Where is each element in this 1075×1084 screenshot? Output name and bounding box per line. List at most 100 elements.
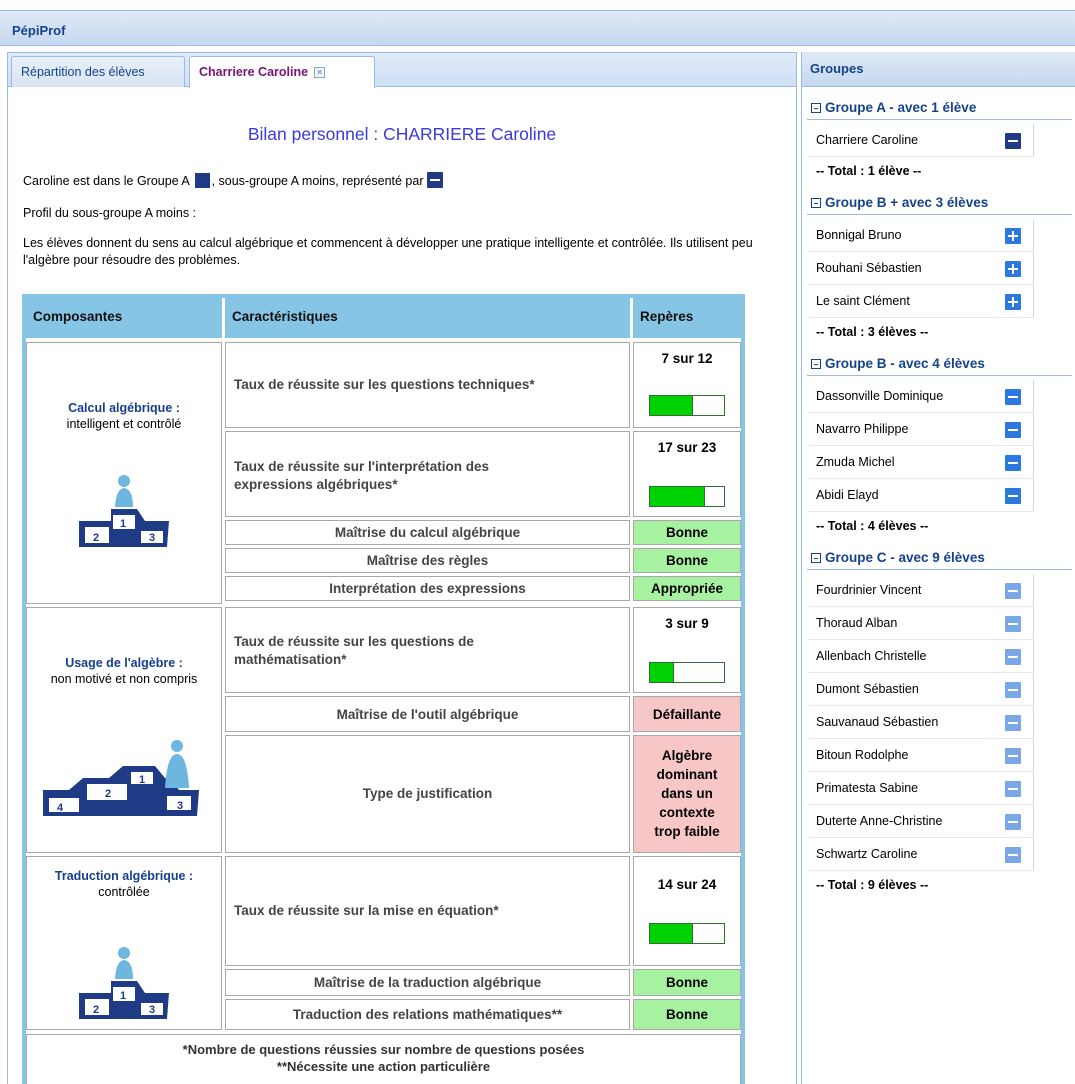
progress-bar xyxy=(649,395,725,416)
member-name: Thoraud Alban xyxy=(816,616,898,630)
member-name: Dumont Sébastien xyxy=(816,682,919,696)
minus-icon xyxy=(1005,781,1021,797)
rate-score-cell: 14 sur 24 xyxy=(633,856,741,966)
progress-bar xyxy=(649,486,725,507)
podium-icon: 2 1 3 xyxy=(79,947,169,1019)
group-member[interactable]: Allenbach Christelle xyxy=(807,640,1034,673)
criterion-row: Maîtrise de la traduction algébrique xyxy=(225,969,630,996)
minus-icon xyxy=(1005,847,1021,863)
group-member[interactable]: Bonnigal Bruno xyxy=(807,219,1034,252)
collapse-icon[interactable] xyxy=(811,359,821,369)
group-line-text: Caroline est dans le Groupe A xyxy=(23,174,190,188)
criterion-value: Bonne xyxy=(666,975,708,990)
member-name: Le saint Clément xyxy=(816,294,910,308)
group-total: -- Total : 4 élèves -- xyxy=(816,519,929,533)
rate-label: Taux de réussite sur les questions techn… xyxy=(234,377,535,392)
group-header[interactable]: Groupe B - avec 4 élèves xyxy=(807,352,1072,376)
group-member[interactable]: Dassonville Dominique xyxy=(807,380,1034,413)
criterion-value: Bonne xyxy=(666,1007,708,1022)
rate-row: Taux de réussite sur l'interprétation de… xyxy=(225,431,630,517)
svg-text:2: 2 xyxy=(93,1004,99,1016)
collapse-icon[interactable] xyxy=(811,553,821,563)
rate-row: Taux de réussite sur les questions de ma… xyxy=(225,607,630,693)
minus-icon xyxy=(1005,649,1021,665)
plus-icon xyxy=(1005,294,1021,310)
plus-icon xyxy=(1005,261,1021,277)
component-title: Traduction algébrique : xyxy=(54,869,194,883)
group-header-label: Groupe C - avec 9 élèves xyxy=(825,550,985,565)
tab-label: Charriere Caroline xyxy=(199,65,309,79)
criterion-label: Maîtrise des règles xyxy=(366,553,489,568)
group-header-label: Groupe B + avec 3 élèves xyxy=(825,195,989,210)
tab-repartition[interactable]: Répartition des élèves xyxy=(11,56,185,87)
group-total: -- Total : 9 élèves -- xyxy=(816,878,929,892)
svg-text:3: 3 xyxy=(149,532,155,544)
group-header[interactable]: Groupe C - avec 9 élèves xyxy=(807,546,1072,570)
criterion-row: Maîtrise des règles xyxy=(225,548,630,573)
rate-label: Taux de réussite sur l'interprétation de… xyxy=(234,459,490,492)
criterion-value: Algèbre dominant dans un contexte trop f… xyxy=(634,746,740,841)
group-member[interactable]: Charriere Caroline xyxy=(807,124,1034,157)
svg-text:2: 2 xyxy=(105,788,111,800)
criterion-value-line: Algèbre xyxy=(661,748,713,763)
rate-row: Taux de réussite sur les questions techn… xyxy=(225,342,630,428)
member-name: Bitoun Rodolphe xyxy=(816,748,909,762)
rate-score: 7 sur 12 xyxy=(661,351,713,366)
group-member[interactable]: Schwartz Caroline xyxy=(807,838,1034,871)
progress-fill xyxy=(650,924,693,943)
member-name: Primatesta Sabine xyxy=(816,781,919,795)
criterion-label: Interprétation des expressions xyxy=(329,581,526,596)
member-name: Bonnigal Bruno xyxy=(816,228,902,242)
group-member[interactable]: Duterte Anne-Christine xyxy=(807,805,1034,838)
collapse-icon[interactable] xyxy=(811,103,821,113)
close-icon[interactable]: ✕ xyxy=(314,67,326,78)
minus-icon xyxy=(1005,748,1021,764)
component-title: Calcul algébrique : xyxy=(68,401,180,415)
component-subtitle: contrôlée xyxy=(98,885,150,899)
group-member[interactable]: Bitoun Rodolphe xyxy=(807,739,1034,772)
group-member[interactable]: Thoraud Alban xyxy=(807,607,1034,640)
member-name: Navarro Philippe xyxy=(816,422,909,436)
svg-text:1: 1 xyxy=(120,518,126,530)
footnote-line: **Nécessite une action particulière xyxy=(276,1059,491,1074)
group-member[interactable]: Navarro Philippe xyxy=(807,413,1034,446)
group-member[interactable]: Le saint Clément xyxy=(807,285,1034,318)
group-header[interactable]: Groupe A - avec 1 élève xyxy=(807,96,1072,120)
group-member[interactable]: Zmuda Michel xyxy=(807,446,1034,479)
criterion-label: Maîtrise de la traduction algébrique xyxy=(313,975,542,990)
criterion-value-cell: Bonne xyxy=(633,548,741,573)
svg-text:4: 4 xyxy=(57,802,64,814)
group-member[interactable]: Sauvanaud Sébastien xyxy=(807,706,1034,739)
member-name: Duterte Anne-Christine xyxy=(816,814,943,828)
minus-icon xyxy=(1005,389,1021,405)
group-header[interactable]: Groupe B + avec 3 élèves xyxy=(807,191,1072,215)
group-member[interactable]: Rouhani Sébastien xyxy=(807,252,1034,285)
rate-score: 3 sur 9 xyxy=(665,616,709,631)
criterion-value-line: contexte xyxy=(659,805,715,820)
svg-text:3: 3 xyxy=(177,800,183,812)
svg-text:2: 2 xyxy=(93,532,99,544)
profile-label: Profil du sous-groupe A moins : xyxy=(23,206,197,220)
criterion-value: Bonne xyxy=(666,553,708,568)
rate-score: 17 sur 23 xyxy=(657,440,717,455)
group-member[interactable]: Primatesta Sabine xyxy=(807,772,1034,805)
group-member[interactable]: Abidi Elayd xyxy=(807,479,1034,512)
app-title: PépiProf xyxy=(0,10,1075,46)
criterion-value-line: dominant xyxy=(656,767,718,782)
header-composantes: Composantes xyxy=(26,298,222,338)
member-name: Sauvanaud Sébastien xyxy=(816,715,939,729)
tab-charriere-caroline[interactable]: Charriere Caroline ✕ xyxy=(189,56,375,88)
criterion-value: Appropriée xyxy=(650,581,723,596)
member-name: Dassonville Dominique xyxy=(816,389,944,403)
group-color-icon xyxy=(194,173,210,188)
criterion-value-cell: Appropriée xyxy=(633,576,741,601)
group-member[interactable]: Dumont Sébastien xyxy=(807,673,1034,706)
group-member[interactable]: Fourdrinier Vincent xyxy=(807,574,1034,607)
collapse-icon[interactable] xyxy=(811,198,821,208)
member-name: Allenbach Christelle xyxy=(816,649,927,663)
minus-icon xyxy=(1005,488,1021,504)
groups-panel-title: Groupes xyxy=(802,52,1075,87)
minus-icon xyxy=(426,172,443,188)
progress-fill xyxy=(650,663,675,682)
groups-panel: Groupes Groupe A - avec 1 élève Charriere… xyxy=(801,52,1075,1084)
